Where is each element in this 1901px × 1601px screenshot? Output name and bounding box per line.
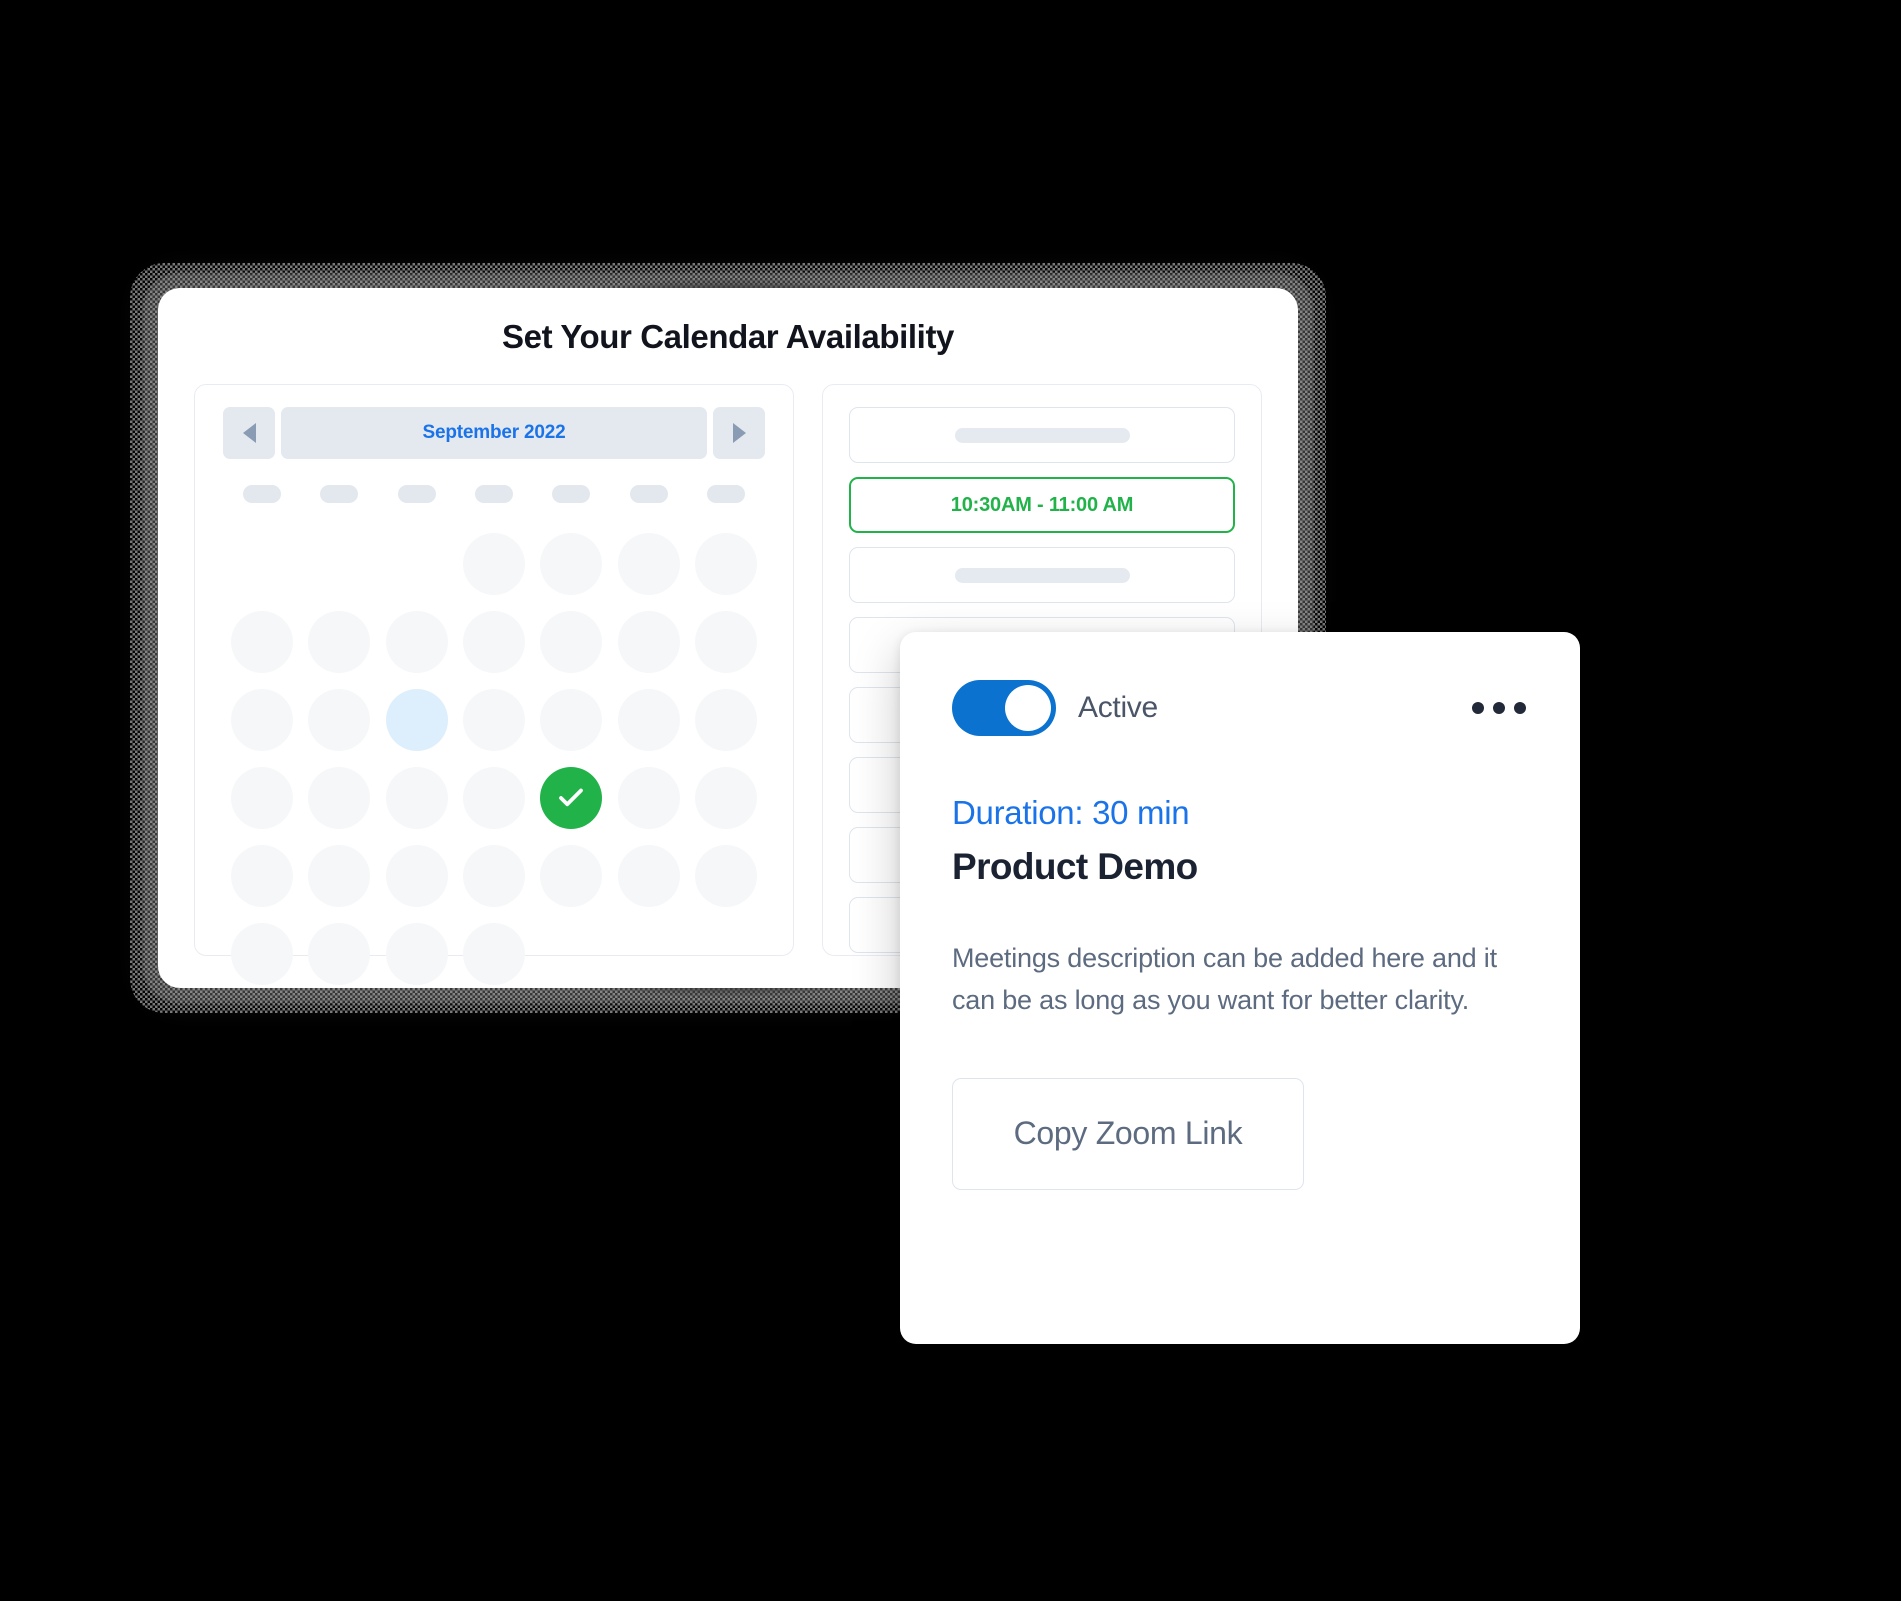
day-cell[interactable] (540, 611, 603, 673)
meeting-description: Meetings description can be added here a… (952, 943, 1497, 1015)
time-slot-placeholder-bar (954, 567, 1130, 583)
page-title: Set Your Calendar Availability (502, 318, 954, 355)
check-icon (556, 783, 586, 813)
day-cell-empty (386, 533, 448, 595)
day-cell[interactable] (540, 533, 603, 595)
day-cell[interactable] (230, 923, 293, 985)
day-cell-selected[interactable] (540, 767, 603, 829)
day-cell[interactable] (695, 611, 758, 673)
day-cell[interactable] (540, 689, 603, 751)
day-cell[interactable] (385, 611, 448, 673)
day-cell[interactable] (230, 611, 293, 673)
time-slot[interactable] (849, 407, 1235, 463)
day-cell[interactable] (308, 845, 371, 907)
day-cell[interactable] (617, 611, 680, 673)
chevron-right-icon (732, 423, 746, 443)
day-cell[interactable] (540, 845, 603, 907)
next-month-button[interactable] (713, 407, 765, 459)
kebab-dot-2 (1493, 702, 1505, 714)
active-toggle[interactable] (952, 680, 1056, 736)
day-cell[interactable] (462, 611, 525, 673)
day-cell[interactable] (695, 689, 758, 751)
day-cell[interactable] (308, 689, 371, 751)
day-cell[interactable] (385, 767, 448, 829)
month-navigation: September 2022 (223, 407, 765, 459)
weekday-placeholder (242, 485, 281, 503)
day-cell[interactable] (617, 767, 680, 829)
day-cell[interactable] (385, 923, 448, 985)
day-cell-empty (618, 923, 680, 985)
day-cell[interactable] (308, 923, 371, 985)
day-cell-empty (231, 533, 293, 595)
toggle-knob-icon (1005, 685, 1051, 731)
prev-month-button[interactable] (223, 407, 275, 459)
month-label: September 2022 (281, 407, 707, 459)
meeting-duration: Duration: 30 min (952, 794, 1190, 831)
kebab-dot-1 (1472, 702, 1484, 714)
day-cell[interactable] (308, 611, 371, 673)
day-cell[interactable] (230, 845, 293, 907)
day-cell[interactable] (462, 923, 525, 985)
kebab-menu-icon[interactable] (1470, 692, 1528, 724)
weekday-placeholder (397, 485, 436, 503)
time-slot[interactable] (849, 547, 1235, 603)
calendar-panel: September 2022 (194, 384, 794, 985)
day-cell[interactable] (695, 767, 758, 829)
day-cell-empty (308, 533, 370, 595)
weekday-placeholder (474, 485, 513, 503)
day-cell[interactable] (617, 533, 680, 595)
weekday-header-row (223, 485, 765, 503)
day-cell[interactable] (462, 533, 525, 595)
weekday-placeholder (629, 485, 668, 503)
copy-zoom-link-button[interactable]: Copy Zoom Link (952, 1077, 1304, 1190)
active-toggle-group: Active (952, 680, 1158, 736)
day-cell[interactable] (230, 689, 293, 751)
day-cell[interactable] (308, 767, 371, 829)
weekday-placeholder (707, 485, 746, 503)
day-cell[interactable] (462, 845, 525, 907)
day-cell[interactable] (617, 689, 680, 751)
day-cell-empty (540, 923, 602, 985)
weekday-placeholder (320, 485, 359, 503)
day-cell[interactable] (617, 845, 680, 907)
day-cell[interactable] (695, 845, 758, 907)
date-grid (223, 525, 765, 993)
active-toggle-label: Active (1078, 691, 1158, 724)
detail-card-header: Active (952, 680, 1528, 736)
day-cell[interactable] (462, 767, 525, 829)
chevron-left-icon (242, 423, 256, 443)
time-slot-placeholder-bar (954, 427, 1130, 443)
time-slot-selected[interactable]: 10:30AM - 11:00 AM (849, 477, 1235, 533)
page-background: Set Your Calendar Availability September… (0, 0, 1901, 1601)
day-cell[interactable] (695, 533, 758, 595)
day-cell[interactable] (230, 767, 293, 829)
day-cell-empty (695, 923, 757, 985)
meeting-detail-card: Active Duration: 30 min Product Demo Mee… (900, 632, 1580, 1344)
day-cell[interactable] (462, 689, 525, 751)
day-cell[interactable] (385, 845, 448, 907)
weekday-placeholder (552, 485, 591, 503)
day-cell-highlighted[interactable] (385, 689, 448, 751)
kebab-dot-3 (1514, 702, 1526, 714)
time-slot-label: 10:30AM - 11:00 AM (950, 493, 1134, 516)
meeting-title: Product Demo (952, 846, 1198, 887)
